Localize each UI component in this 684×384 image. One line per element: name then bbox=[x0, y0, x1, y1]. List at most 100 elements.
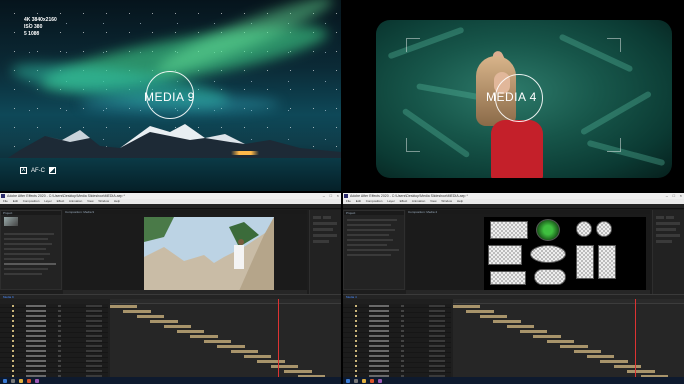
project-item[interactable] bbox=[347, 234, 389, 236]
playhead[interactable] bbox=[635, 299, 636, 377]
layer-switch[interactable] bbox=[401, 365, 404, 367]
menu-window[interactable]: Window bbox=[441, 199, 452, 203]
layer-duration-bar[interactable] bbox=[284, 370, 312, 373]
layer-duration-bar[interactable] bbox=[136, 315, 165, 318]
layer-duration-bar[interactable] bbox=[203, 340, 232, 343]
project-item[interactable] bbox=[4, 233, 54, 235]
menu-effect[interactable]: Effect bbox=[400, 199, 408, 203]
project-item[interactable] bbox=[4, 258, 44, 260]
layer-parent[interactable] bbox=[86, 315, 102, 317]
timeline-layer[interactable] bbox=[343, 339, 451, 343]
layer-duration-bar[interactable] bbox=[600, 360, 628, 363]
layer-switch[interactable] bbox=[58, 335, 61, 337]
layer-duration-bar[interactable] bbox=[244, 355, 272, 358]
layer-parent[interactable] bbox=[86, 350, 102, 352]
layer-switch[interactable] bbox=[401, 360, 404, 362]
layer-duration-bar[interactable] bbox=[573, 350, 601, 353]
project-tab[interactable]: Project bbox=[344, 211, 404, 215]
composition-viewer[interactable]: Composition: Media 9 bbox=[63, 210, 307, 294]
timeline-layer[interactable] bbox=[343, 319, 451, 323]
layer-duration-bar[interactable] bbox=[217, 345, 245, 348]
menu-file[interactable]: File bbox=[346, 199, 351, 203]
timeline-layer[interactable] bbox=[0, 309, 108, 313]
layer-parent[interactable] bbox=[429, 325, 445, 327]
timeline-layer[interactable] bbox=[0, 329, 108, 333]
project-item[interactable] bbox=[4, 253, 50, 255]
layer-duration-bar[interactable] bbox=[479, 315, 508, 318]
menu-help[interactable]: Help bbox=[457, 199, 463, 203]
layer-duration-bar[interactable] bbox=[466, 310, 494, 313]
menu-composition[interactable]: Composition bbox=[366, 199, 383, 203]
panel-control[interactable] bbox=[656, 240, 672, 243]
panel-control[interactable] bbox=[313, 216, 321, 219]
panel-control[interactable] bbox=[313, 228, 333, 231]
layer-switch[interactable] bbox=[401, 340, 404, 342]
layer-switch[interactable] bbox=[401, 355, 404, 357]
panel-control[interactable] bbox=[313, 222, 337, 225]
layer-parent[interactable] bbox=[86, 310, 102, 312]
timeline-layer[interactable] bbox=[343, 309, 451, 313]
layer-switch[interactable] bbox=[58, 355, 61, 357]
layer-switch[interactable] bbox=[58, 320, 61, 322]
project-item[interactable] bbox=[4, 248, 46, 250]
timeline-layer[interactable] bbox=[343, 354, 451, 358]
menu-view[interactable]: View bbox=[430, 199, 436, 203]
layer-parent[interactable] bbox=[429, 370, 445, 372]
layer-switch[interactable] bbox=[58, 365, 61, 367]
layer-parent[interactable] bbox=[429, 350, 445, 352]
timeline-layer[interactable] bbox=[343, 369, 451, 373]
layer-switch[interactable] bbox=[401, 310, 404, 312]
layer-parent[interactable] bbox=[86, 325, 102, 327]
timeline-layer[interactable] bbox=[0, 339, 108, 343]
layer-parent[interactable] bbox=[429, 315, 445, 317]
layer-switch[interactable] bbox=[401, 305, 404, 307]
timeline-layer[interactable] bbox=[0, 319, 108, 323]
project-item[interactable] bbox=[4, 273, 42, 275]
layer-switch[interactable] bbox=[58, 310, 61, 312]
layer-parent[interactable] bbox=[86, 345, 102, 347]
menu-composition[interactable]: Composition bbox=[23, 199, 40, 203]
project-item[interactable] bbox=[347, 254, 391, 256]
start-icon[interactable] bbox=[3, 378, 7, 383]
layer-parent[interactable] bbox=[86, 370, 102, 372]
layer-parent[interactable] bbox=[86, 360, 102, 362]
timeline-layer[interactable] bbox=[0, 354, 108, 358]
layer-parent[interactable] bbox=[429, 335, 445, 337]
menu-view[interactable]: View bbox=[87, 199, 93, 203]
layer-parent[interactable] bbox=[86, 330, 102, 332]
layer-duration-bar[interactable] bbox=[257, 360, 285, 363]
mask-shape[interactable] bbox=[576, 221, 592, 237]
panel-control[interactable] bbox=[656, 228, 676, 231]
layer-switch[interactable] bbox=[58, 305, 61, 307]
search-icon[interactable] bbox=[11, 378, 15, 383]
panel-control[interactable] bbox=[656, 216, 664, 219]
layer-duration-bar[interactable] bbox=[613, 365, 642, 368]
timeline-layer[interactable] bbox=[0, 369, 108, 373]
timeline-layer[interactable] bbox=[0, 314, 108, 318]
browser-icon[interactable] bbox=[27, 378, 31, 383]
menu-animation[interactable]: Animation bbox=[69, 199, 82, 203]
layer-duration-bar[interactable] bbox=[453, 305, 481, 308]
menu-animation[interactable]: Animation bbox=[412, 199, 425, 203]
layer-duration-bar[interactable] bbox=[520, 330, 548, 333]
timeline-layer[interactable] bbox=[343, 314, 451, 318]
menu-window[interactable]: Window bbox=[98, 199, 109, 203]
layer-parent[interactable] bbox=[86, 340, 102, 342]
layer-switch[interactable] bbox=[401, 370, 404, 372]
tool-bar[interactable] bbox=[0, 204, 341, 209]
project-item[interactable] bbox=[4, 268, 48, 270]
layer-switch[interactable] bbox=[58, 370, 61, 372]
layer-switch[interactable] bbox=[401, 335, 404, 337]
project-tab[interactable]: Project bbox=[1, 211, 61, 215]
mask-shape[interactable] bbox=[488, 245, 522, 265]
timeline-layer[interactable] bbox=[0, 304, 108, 308]
timeline-layer[interactable] bbox=[343, 349, 451, 353]
menu-file[interactable]: File bbox=[3, 199, 8, 203]
layer-switch[interactable] bbox=[401, 325, 404, 327]
menu-edit[interactable]: Edit bbox=[13, 199, 18, 203]
layer-parent[interactable] bbox=[429, 355, 445, 357]
mask-shape[interactable] bbox=[576, 245, 594, 279]
layer-parent[interactable] bbox=[86, 365, 102, 367]
panel-control[interactable] bbox=[656, 234, 680, 237]
layer-switch[interactable] bbox=[58, 340, 61, 342]
